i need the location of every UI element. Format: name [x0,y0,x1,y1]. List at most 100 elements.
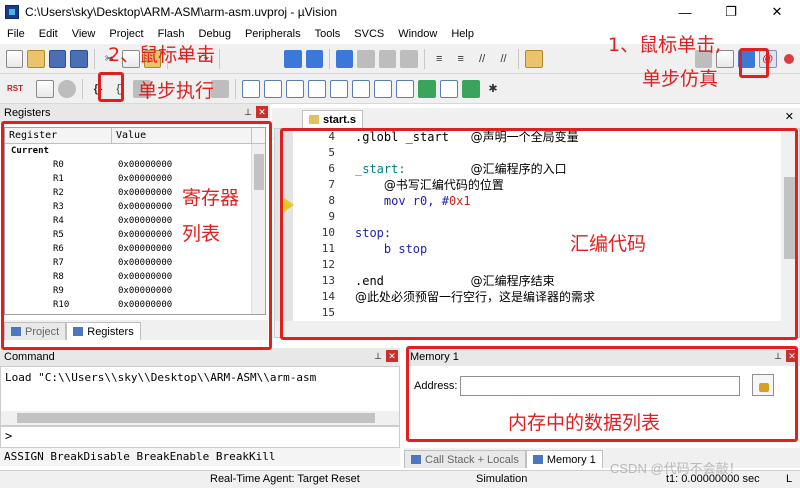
menu-svcs[interactable]: SVCS [347,28,391,40]
scrollbar-thumb[interactable] [784,177,796,259]
register-row[interactable]: R7 0x00000000 [5,256,265,270]
value-column-header[interactable]: Value [112,128,252,143]
indent-icon[interactable]: ≡ [431,50,448,68]
symbols-window-icon[interactable] [286,79,304,98]
editor-close-icon[interactable]: ✕ [785,110,794,123]
uncomment-icon[interactable]: // [495,50,512,68]
register-group-row[interactable]: Current [5,144,265,158]
serial-window-icon[interactable] [396,79,414,98]
code-editor[interactable]: 4 5 6 7 8 9 10 11 12 13 14 15 .globl _start @声明一个全局… [274,128,800,338]
watch-window-icon[interactable] [352,79,370,98]
unindent-icon[interactable]: ≡ [452,50,469,68]
register-name: R9 [53,286,64,296]
register-value[interactable]: 0x00000000 [112,188,172,198]
lock-icon[interactable] [752,374,774,396]
code-lines[interactable]: .globl _start @声明一个全局变量 _start: @汇编程序的入口… [355,129,781,337]
register-row[interactable]: R10 0x00000000 [5,298,265,312]
command-window-icon[interactable] [242,79,260,98]
register-value[interactable]: 0x00000000 [112,272,172,282]
nav-forward-icon[interactable] [305,49,323,68]
pin-icon[interactable]: ⊥ [372,350,384,362]
comment-icon[interactable]: // [473,50,490,68]
register-value[interactable]: 0x00000000 [112,202,172,212]
analysis-window-icon[interactable] [418,79,436,98]
register-row[interactable]: R4 0x00000000 [5,214,265,228]
registers-scrollbar[interactable] [251,144,265,314]
editor-hscrollbar[interactable] [275,321,799,337]
menu-tools[interactable]: Tools [308,28,348,40]
register-value[interactable]: 0x00000000 [112,160,172,170]
register-row[interactable]: R0 0x00000000 [5,158,265,172]
pin-icon[interactable]: ⊥ [772,350,784,362]
register-value[interactable]: 0x00000000 [112,230,172,240]
next-bookmark-icon[interactable] [378,49,397,68]
menu-window[interactable]: Window [391,28,444,40]
command-hscrollbar[interactable] [1,411,399,425]
register-value[interactable]: 0x00000000 [112,286,172,296]
menu-peripherals[interactable]: Peripherals [238,28,308,40]
register-value[interactable]: 0x00000000 [112,300,172,310]
register-row[interactable]: R6 0x00000000 [5,242,265,256]
command-input[interactable]: > [0,426,400,448]
maximize-button[interactable]: ❐ [708,0,754,24]
run-icon[interactable] [36,79,54,98]
disassembly-window-icon[interactable] [264,79,282,98]
find-in-files-icon[interactable] [525,49,543,68]
register-row[interactable]: R8 0x00000000 [5,270,265,284]
insert-icon[interactable] [737,49,756,68]
register-value[interactable]: 0x00000000 [112,258,172,268]
line-number: 13 [321,274,335,287]
menu-debug[interactable]: Debug [192,28,238,40]
register-row[interactable]: R9 0x00000000 [5,284,265,298]
editor-scrollbar[interactable] [781,129,799,323]
register-value[interactable]: 0x00000000 [112,174,172,184]
toolbox-icon[interactable]: ✱ [484,80,502,98]
system-viewer-icon[interactable] [462,79,480,98]
call-stack-window-icon[interactable] [330,79,348,98]
address-input[interactable] [460,376,740,396]
step-over-icon[interactable]: {} [111,80,129,98]
menu-help[interactable]: Help [444,28,481,40]
breakpoint-gutter[interactable] [275,129,293,337]
memory-window-icon[interactable] [374,79,392,98]
register-rows: R0 0x00000000 R1 0x00000000 R2 0x00000000 R3 0x… [5,158,265,312]
stop-icon[interactable] [58,79,76,98]
close-icon[interactable]: ✕ [386,350,398,362]
menu-file[interactable]: File [0,28,32,40]
register-value[interactable]: 0x00000000 [112,216,172,226]
registers-window-icon[interactable] [308,79,326,98]
breakpoint-icon[interactable] [781,50,798,68]
clear-bookmarks-icon[interactable] [400,49,418,68]
toolbar-separator [518,48,520,69]
close-button[interactable]: ✕ [754,0,800,24]
tab-memory-1[interactable]: Memory 1 [525,450,603,468]
tab-call-stack[interactable]: Call Stack + Locals [404,450,526,468]
prev-bookmark-icon[interactable] [357,49,375,68]
menu-view[interactable]: View [65,28,103,40]
step-into-icon[interactable]: {} [89,80,107,98]
save-all-icon[interactable] [70,49,88,68]
tab-start-s[interactable]: start.s [302,110,364,128]
new-file-icon[interactable] [6,49,24,68]
scrollbar-thumb[interactable] [17,413,375,423]
register-row[interactable]: R5 0x00000000 [5,228,265,242]
scrollbar-thumb[interactable] [254,154,264,190]
trace-window-icon[interactable] [440,79,458,98]
register-column-header[interactable]: Register [5,128,112,143]
tab-registers[interactable]: Registers [66,322,141,340]
tab-project[interactable]: Project [4,322,67,340]
open-folder-icon[interactable] [27,49,45,68]
menu-flash[interactable]: Flash [151,28,192,40]
save-icon[interactable] [48,49,67,68]
bookmark-icon[interactable] [335,49,354,68]
pin-icon[interactable]: ⊥ [242,106,254,118]
close-icon[interactable]: ✕ [256,106,268,118]
reset-icon[interactable]: RST [6,80,24,98]
menu-project[interactable]: Project [102,28,150,40]
close-icon[interactable]: ✕ [786,350,798,362]
nav-back-icon[interactable] [284,49,302,68]
minimize-button[interactable]: — [662,0,708,24]
start-debug-icon[interactable]: @ [759,49,777,68]
register-value[interactable]: 0x00000000 [112,244,172,254]
menu-edit[interactable]: Edit [32,28,65,40]
